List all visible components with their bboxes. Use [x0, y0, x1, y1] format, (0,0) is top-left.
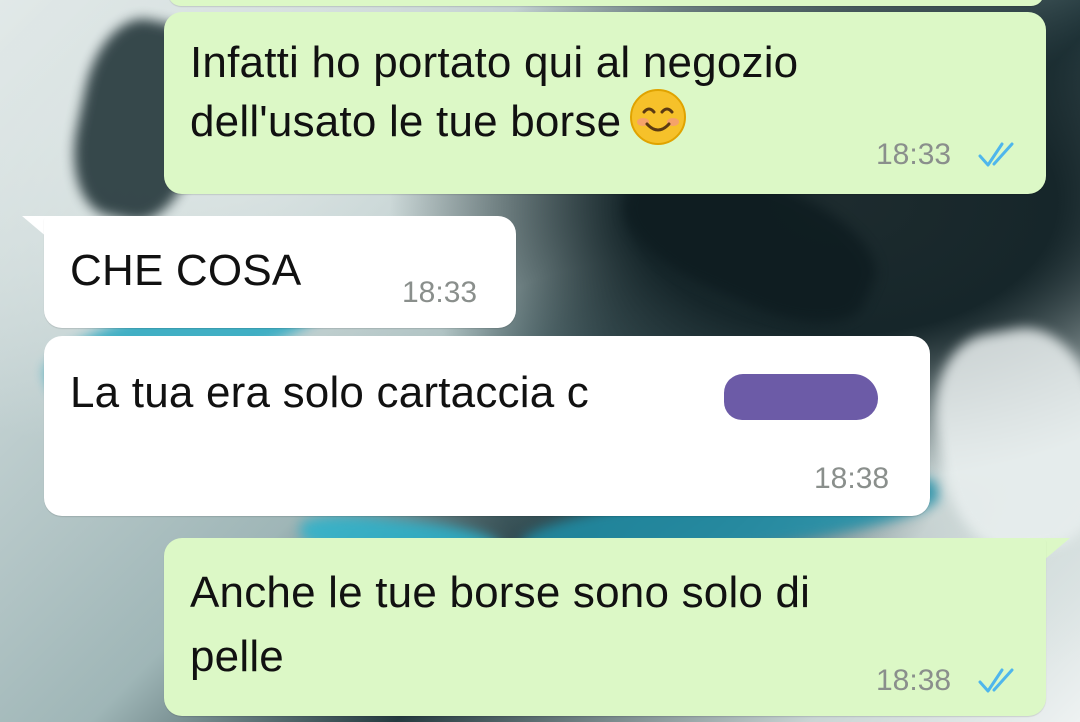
- message-bubble-outgoing[interactable]: Anche le tue borse sono solo di pelle 18…: [164, 538, 1046, 716]
- message-text-line: pelle: [190, 632, 284, 681]
- read-receipt-ticks-icon: [978, 142, 1014, 167]
- smiling-face-emoji-icon: [630, 89, 687, 145]
- previous-message-bubble[interactable]: [168, 0, 1044, 6]
- message-timestamp: 18:38: [814, 462, 890, 495]
- message-timestamp: 18:38: [876, 664, 952, 697]
- message-text-line: CHE COSA: [70, 246, 302, 295]
- message-text-line: Anche le tue borse sono solo di: [190, 568, 811, 617]
- message-timestamp: 18:33: [402, 276, 478, 309]
- message-bubble-outgoing[interactable]: Infatti ho portato qui al negozio dell'u…: [164, 12, 1046, 194]
- read-receipt-ticks-icon: [978, 668, 1014, 693]
- message-timestamp: 18:33: [876, 138, 952, 171]
- message-text-line: La tua era solo cartaccia c: [70, 368, 590, 417]
- message-text-line: Infatti ho portato qui al negozio: [190, 38, 799, 87]
- bubble-tail: [1044, 538, 1070, 560]
- message-text-line: dell'usato le tue borse: [190, 88, 687, 151]
- message-bubble-incoming[interactable]: CHE COSA 18:33: [44, 216, 516, 328]
- message-text-segment: dell'usato le tue borse: [190, 97, 622, 146]
- redaction-scribble: [724, 374, 878, 420]
- wallpaper-shape: [922, 317, 1080, 563]
- message-bubble-incoming[interactable]: La tua era solo cartaccia c 18:38: [44, 336, 930, 516]
